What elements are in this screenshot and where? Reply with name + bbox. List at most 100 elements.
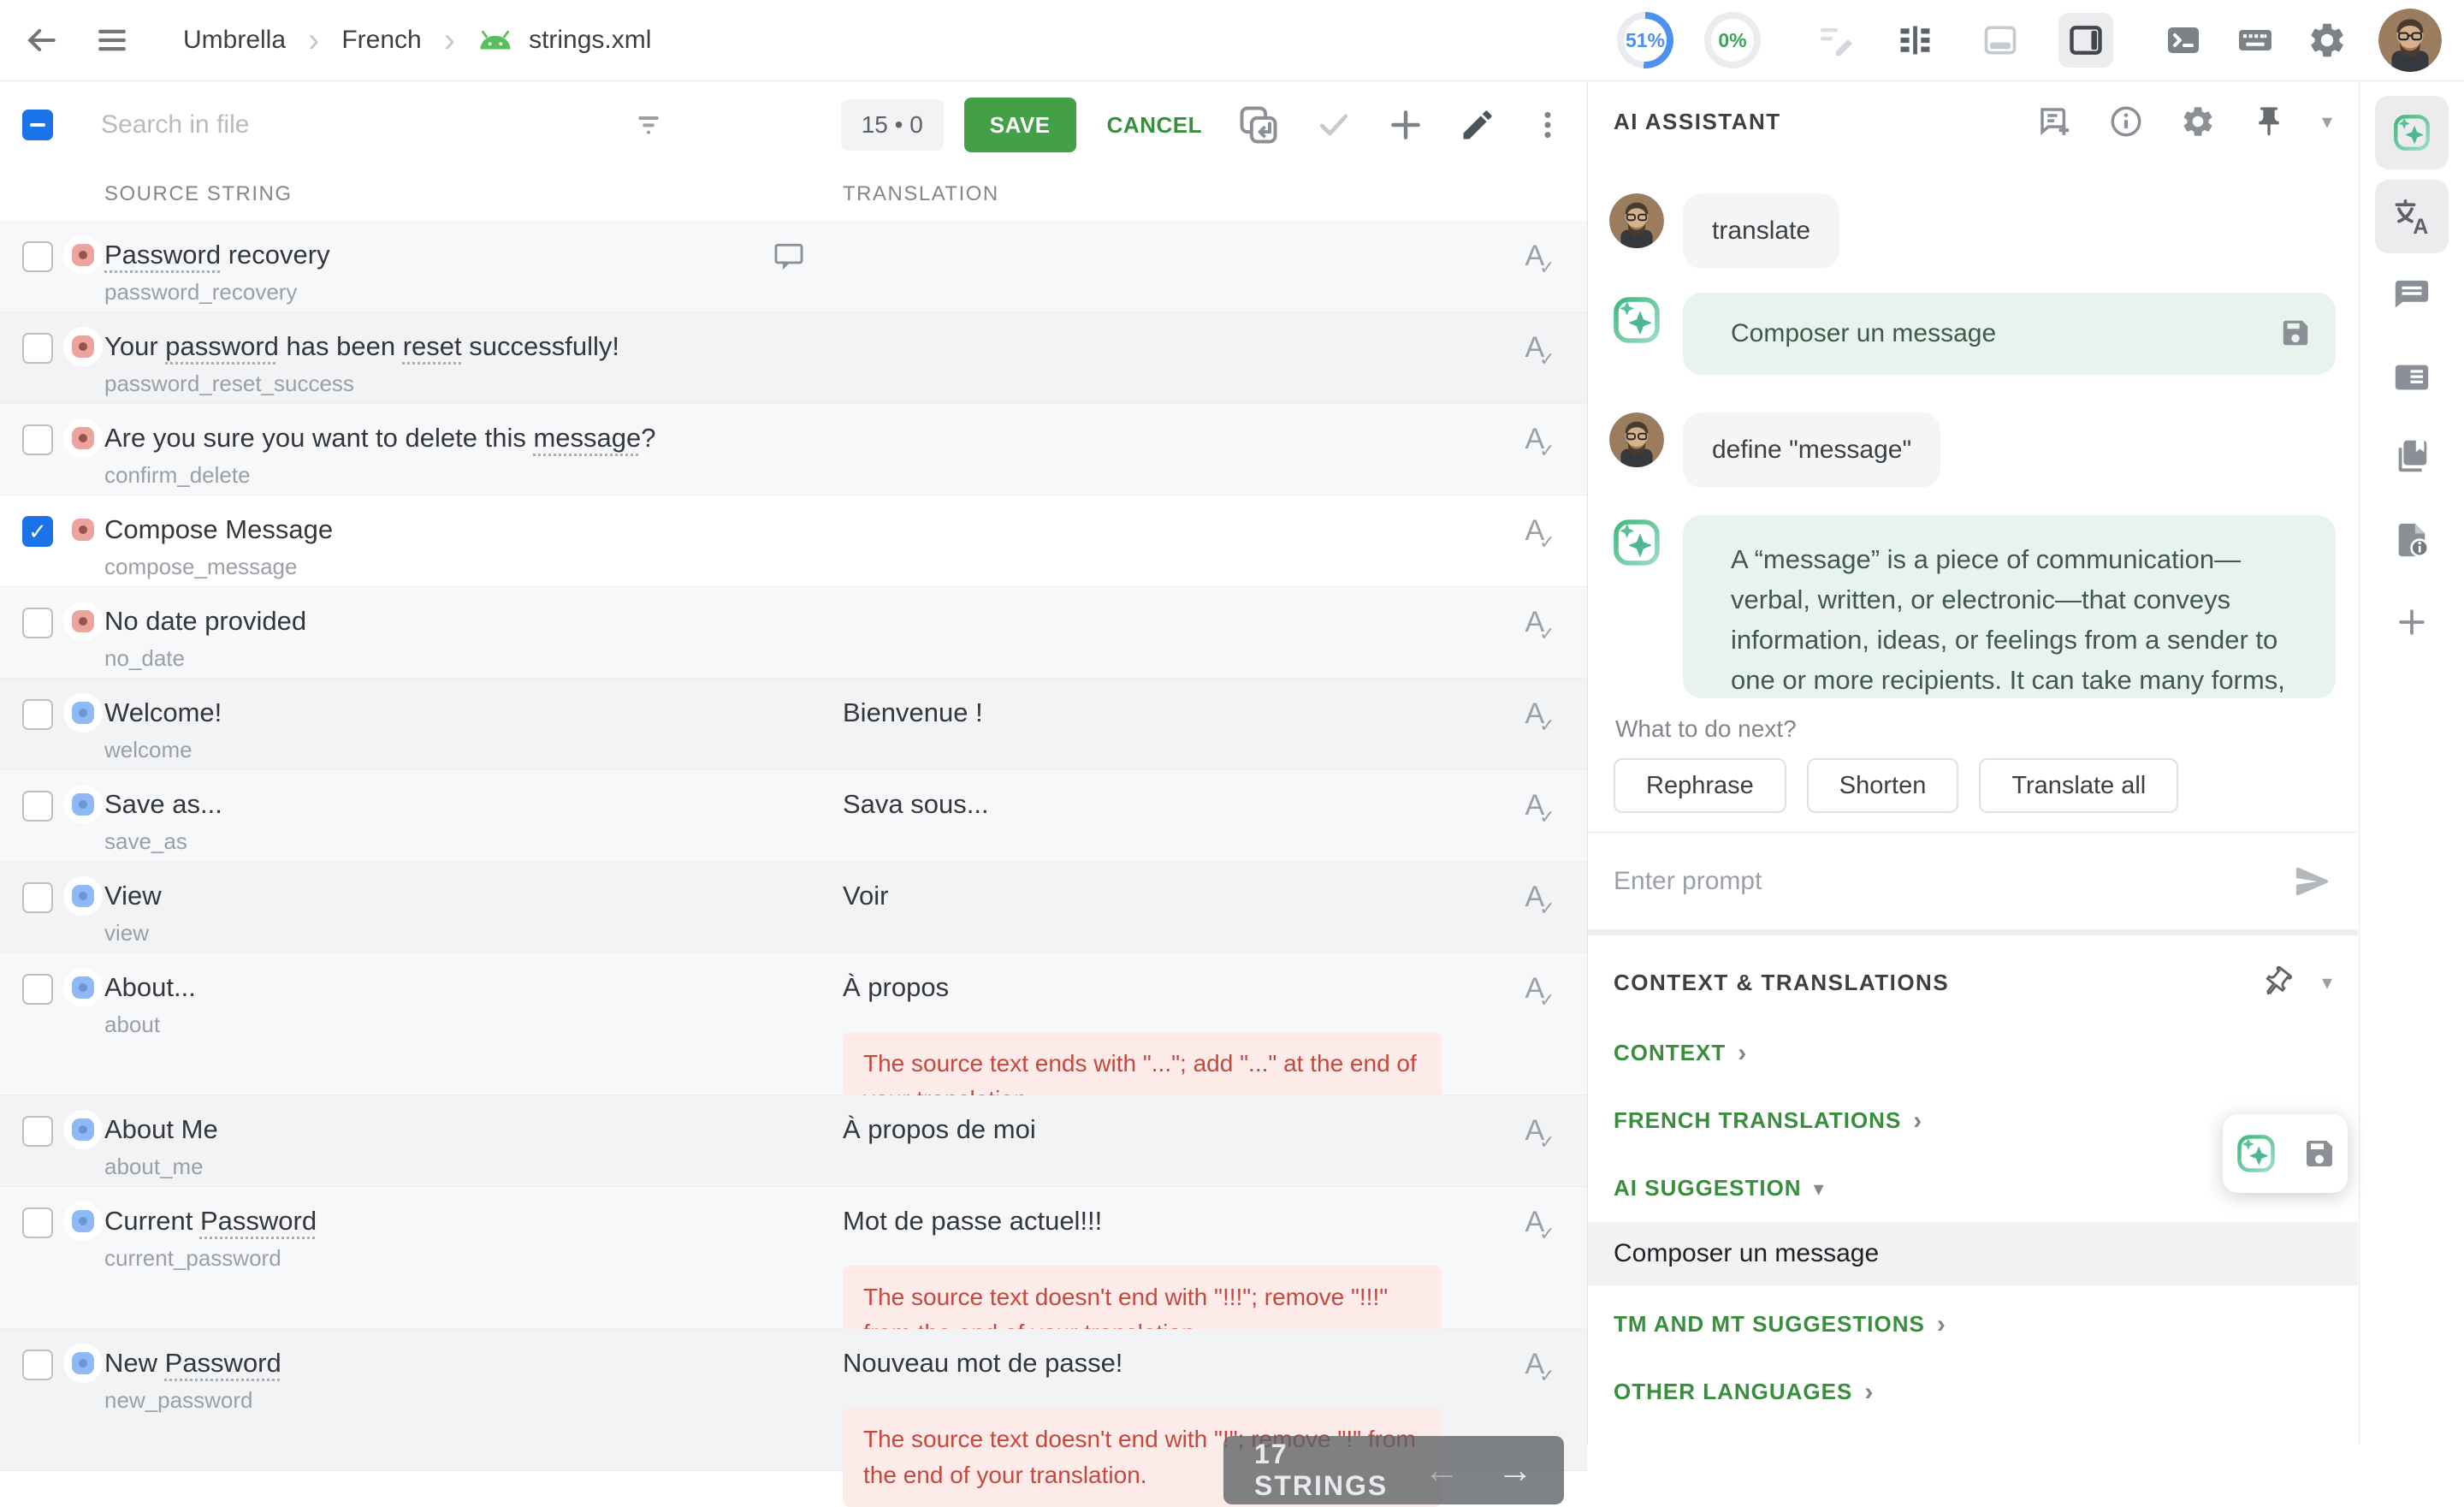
quick-action-translate-all[interactable]: Translate all <box>1979 758 2178 813</box>
approve-translation-icon[interactable]: A✓ <box>1525 240 1560 281</box>
row-checkbox[interactable] <box>22 241 53 272</box>
ai-sparkle-icon[interactable] <box>2234 1131 2278 1176</box>
source-string-text[interactable]: No date provided <box>104 604 772 638</box>
table-row[interactable]: About Meabout_meÀ propos de moiA✓ <box>0 1095 1587 1187</box>
prev-page-icon[interactable]: ← <box>1424 1450 1460 1491</box>
source-string-text[interactable]: Welcome! <box>104 696 772 730</box>
ai-settings-gear-icon[interactable] <box>2180 104 2216 139</box>
translation-text[interactable]: Sava sous... <box>843 787 1498 822</box>
translated-progress-ring[interactable]: 51% <box>1617 12 1673 68</box>
select-all-checkbox[interactable] <box>22 110 53 140</box>
row-checkbox[interactable] <box>22 1350 53 1380</box>
source-string-text[interactable]: New Password <box>104 1346 772 1380</box>
filter-icon[interactable] <box>631 108 666 142</box>
save-button[interactable]: SAVE <box>964 98 1076 152</box>
row-checkbox[interactable] <box>22 699 53 730</box>
next-page-icon[interactable]: → <box>1497 1450 1533 1491</box>
info-icon[interactable] <box>2108 104 2144 139</box>
row-checkbox[interactable] <box>22 1116 53 1147</box>
row-checkbox[interactable] <box>22 882 53 913</box>
translation-text[interactable]: Mot de passe actuel!!! <box>843 1204 1498 1238</box>
table-row[interactable]: No date providedno_dateA✓ <box>0 587 1587 679</box>
section-tm-and-mt-suggestions[interactable]: TM AND MT SUGGESTIONS <box>1614 1311 2332 1338</box>
row-checkbox[interactable] <box>22 791 53 822</box>
approve-translation-icon[interactable]: A✓ <box>1525 789 1560 830</box>
table-row[interactable]: Save as...save_asSava sous...A✓ <box>0 770 1587 862</box>
unpin-icon[interactable] <box>2260 966 2293 999</box>
source-string-text[interactable]: Your password has been reset successfull… <box>104 329 772 364</box>
table-row[interactable]: Are you sure you want to delete this mes… <box>0 404 1587 495</box>
section-context[interactable]: CONTEXT <box>1614 1040 2332 1066</box>
copy-source-icon[interactable] <box>1236 103 1281 147</box>
table-row[interactable]: Compose Messagecompose_messageA✓ <box>0 495 1587 587</box>
rail-context-card-icon[interactable] <box>2375 341 2449 414</box>
source-string-text[interactable]: Save as... <box>104 787 772 822</box>
approve-translation-icon[interactable]: A✓ <box>1525 1206 1560 1247</box>
row-checkbox[interactable] <box>22 1207 53 1238</box>
keyboard-icon[interactable] <box>2235 20 2276 61</box>
translation-text[interactable]: À propos <box>843 970 1498 1005</box>
breadcrumb-project[interactable]: Umbrella <box>183 26 286 55</box>
rail-file-info-icon[interactable] <box>2375 503 2449 577</box>
table-row[interactable]: About...aboutÀ proposThe source text end… <box>0 953 1587 1095</box>
breadcrumb-language[interactable]: French <box>341 26 421 55</box>
approve-translation-icon[interactable]: A✓ <box>1525 606 1560 647</box>
approve-translation-icon[interactable]: A✓ <box>1525 697 1560 739</box>
approve-translation-icon[interactable]: A✓ <box>1525 423 1560 464</box>
approve-check-icon[interactable] <box>1315 106 1353 144</box>
rail-translate-icon[interactable]: A <box>2375 180 2449 253</box>
save-reply-icon[interactable] <box>2279 317 2312 359</box>
row-checkbox[interactable] <box>22 608 53 638</box>
right-panel-view-icon[interactable] <box>2058 13 2113 68</box>
rail-comments-icon[interactable] <box>2375 260 2449 334</box>
approve-translation-icon[interactable]: A✓ <box>1525 1114 1560 1155</box>
ai-suggestion-row[interactable]: Composer un message <box>1588 1222 2358 1285</box>
console-icon[interactable] <box>2163 20 2204 61</box>
prompt-input[interactable] <box>1614 867 2293 896</box>
send-icon[interactable] <box>2293 862 2332 901</box>
row-checkbox[interactable] <box>22 516 53 547</box>
section-other-languages[interactable]: OTHER LANGUAGES <box>1614 1379 2332 1405</box>
rail-glossary-icon[interactable] <box>2375 419 2449 493</box>
translation-text[interactable]: À propos de moi <box>843 1112 1498 1147</box>
approve-translation-icon[interactable]: A✓ <box>1525 881 1560 922</box>
source-string-text[interactable]: View <box>104 879 772 913</box>
table-row[interactable]: Password recoverypassword_recoveryA✓ <box>0 221 1587 312</box>
user-avatar[interactable] <box>2378 9 2442 72</box>
save-suggestion-icon[interactable] <box>2302 1136 2337 1171</box>
approve-translation-icon[interactable]: A✓ <box>1525 972 1560 1013</box>
approve-translation-icon[interactable]: A✓ <box>1525 514 1560 555</box>
source-string-text[interactable]: About Me <box>104 1112 772 1147</box>
table-row[interactable]: ViewviewVoirA✓ <box>0 862 1587 953</box>
quick-action-rephrase[interactable]: Rephrase <box>1614 758 1786 813</box>
source-string-text[interactable]: Current Password <box>104 1204 772 1238</box>
rail-ai-assistant-icon[interactable] <box>2375 96 2449 169</box>
side-by-side-view-icon[interactable] <box>1887 13 1942 68</box>
pin-icon[interactable] <box>2252 104 2286 139</box>
back-icon[interactable] <box>22 21 60 59</box>
quick-action-shorten[interactable]: Shorten <box>1807 758 1959 813</box>
table-row[interactable]: Welcome!welcomeBienvenue !A✓ <box>0 679 1587 770</box>
menu-icon[interactable] <box>94 22 130 58</box>
edit-pencil-icon[interactable] <box>1459 106 1496 144</box>
cancel-button[interactable]: CANCEL <box>1107 112 1202 139</box>
new-conversation-icon[interactable] <box>2036 104 2072 139</box>
row-checkbox[interactable] <box>22 424 53 455</box>
search-input[interactable] <box>101 110 529 139</box>
row-checkbox[interactable] <box>22 333 53 364</box>
translation-text[interactable]: Bienvenue ! <box>843 696 1498 730</box>
approve-translation-icon[interactable]: A✓ <box>1525 1348 1560 1389</box>
settings-gear-icon[interactable] <box>2307 20 2348 61</box>
add-string-icon[interactable] <box>1387 106 1424 144</box>
source-string-text[interactable]: Password recovery <box>104 238 772 272</box>
source-string-text[interactable]: About... <box>104 970 772 1005</box>
source-string-text[interactable]: Are you sure you want to delete this mes… <box>104 421 772 455</box>
collapse-caret-icon[interactable] <box>2322 970 2332 995</box>
approve-translation-icon[interactable]: A✓ <box>1525 331 1560 372</box>
comment-icon[interactable] <box>772 240 806 276</box>
collapse-caret-icon[interactable] <box>2322 110 2332 134</box>
table-row[interactable]: Your password has been reset successfull… <box>0 312 1587 404</box>
source-string-text[interactable]: Compose Message <box>104 513 772 547</box>
more-options-icon[interactable] <box>1531 108 1565 142</box>
translation-text[interactable]: Voir <box>843 879 1498 913</box>
